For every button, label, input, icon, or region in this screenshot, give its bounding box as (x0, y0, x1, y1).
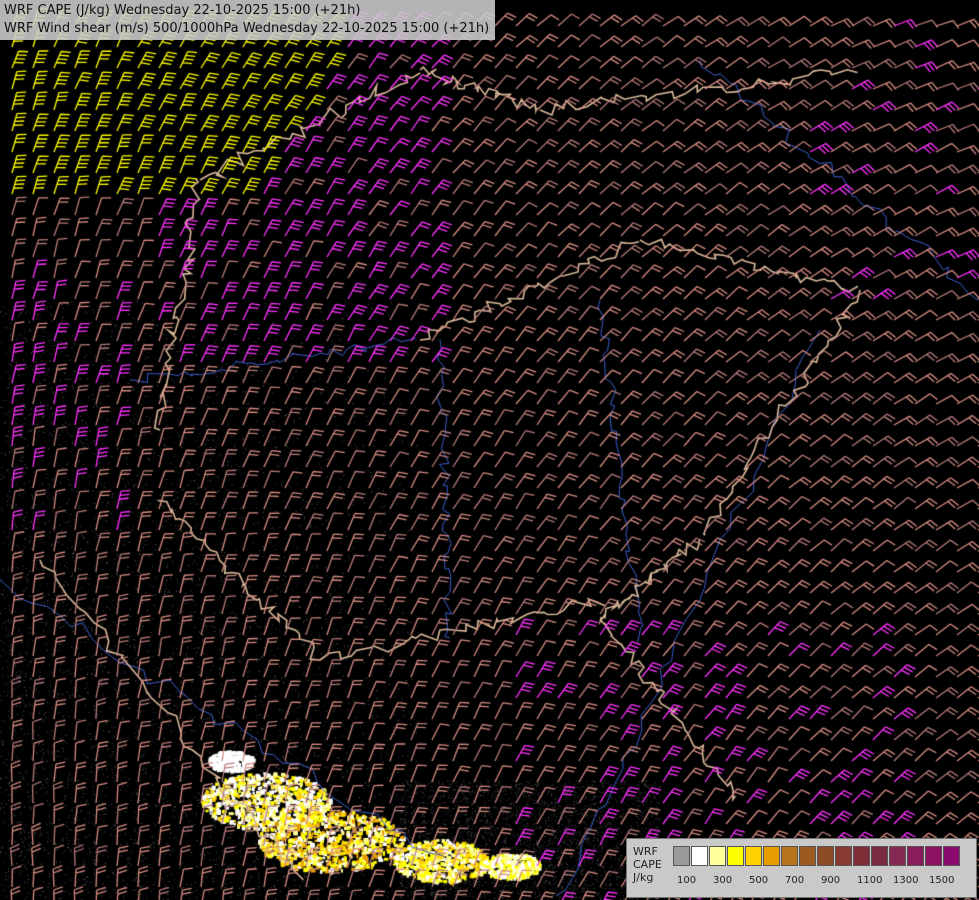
legend-swatch (709, 846, 726, 866)
legend-swatch (853, 846, 870, 866)
legend-swatch (673, 846, 690, 866)
legend-tick-label: 1100 (857, 875, 883, 886)
legend-tick-label: 500 (749, 875, 769, 886)
legend-ticks: 100 300 500 700 900 1100 1300 1500 (673, 875, 973, 891)
map-title-box: WRF CAPE (J/kg) Wednesday 22-10-2025 15:… (0, 0, 496, 40)
legend-tick-label: 900 (821, 875, 841, 886)
legend-swatch (745, 846, 762, 866)
legend-swatch (727, 846, 744, 866)
legend-label-cape: CAPE (633, 858, 662, 871)
map-title-wind-shear: WRF Wind shear (m/s) 500/1000hPa Wednesd… (4, 21, 490, 36)
legend-swatch (889, 846, 906, 866)
legend-swatches (673, 846, 961, 866)
legend-swatch (907, 846, 924, 866)
map-title-cape: WRF CAPE (J/kg) Wednesday 22-10-2025 15:… (4, 3, 361, 18)
legend-swatch (835, 846, 852, 866)
legend-tick-label: 700 (785, 875, 805, 886)
legend-tick-label: 300 (713, 875, 733, 886)
legend-swatch (925, 846, 942, 866)
legend-label-wrf: WRF (633, 845, 658, 858)
legend-swatch (943, 846, 960, 866)
legend-swatch (691, 846, 708, 866)
legend-swatch (781, 846, 798, 866)
legend-labels: WRF CAPE J/kg (633, 845, 662, 884)
legend-swatch (817, 846, 834, 866)
legend-tick-label: 1300 (893, 875, 919, 886)
legend-swatch (871, 846, 888, 866)
legend-label-unit: J/kg (633, 871, 654, 884)
cape-legend: WRF CAPE J/kg 100 300 500 700 900 1100 1300 150… (626, 838, 977, 898)
legend-tick-label: 100 (677, 875, 697, 886)
legend-swatch (799, 846, 816, 866)
legend-swatch (763, 846, 780, 866)
map-canvas (0, 0, 979, 900)
legend-tick-label: 1500 (929, 875, 955, 886)
